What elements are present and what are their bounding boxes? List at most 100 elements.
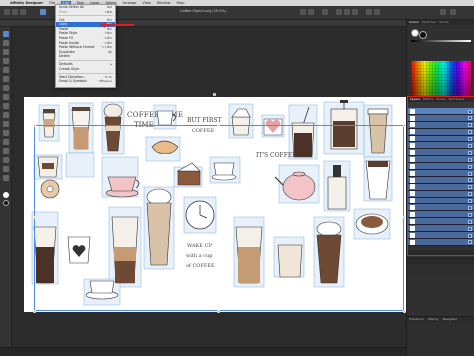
layer-visibility-checkbox[interactable] [468,130,472,135]
zoom-icon[interactable] [450,9,456,15]
layer-row[interactable] [408,218,474,226]
layer-visibility-checkbox[interactable] [468,240,472,245]
layer-visibility-checkbox[interactable] [468,212,472,217]
layer-row[interactable] [408,232,474,239]
view-tool-icon[interactable] [3,166,9,172]
resize-handle-top-left[interactable] [32,123,36,127]
layer-thumbnail [410,122,415,128]
layer-row[interactable] [408,142,474,150]
layer-visibility-checkbox[interactable] [468,137,472,142]
resize-handle-middle-left[interactable] [32,216,36,219]
layer-visibility-checkbox[interactable] [468,150,472,155]
view-mode-icon[interactable] [440,9,446,15]
menu-item-create-style[interactable]: Create Style [56,67,115,72]
rounded-rect-tool-icon[interactable] [3,139,9,145]
pencil-tool-icon[interactable] [3,67,9,73]
opacity-slider[interactable] [411,40,471,42]
layer-row[interactable] [408,183,474,191]
fill-swatch[interactable] [411,29,419,37]
layer-row[interactable] [408,176,474,184]
crop-tool-icon[interactable] [3,103,9,109]
frame-text-tool-icon[interactable] [3,157,9,163]
layer-row[interactable] [408,204,474,212]
fill-tool-icon[interactable] [3,85,9,91]
artistic-text-tool-icon[interactable] [3,148,9,154]
menu-help[interactable]: Help [177,1,185,5]
fill-color-swatch[interactable] [3,192,9,198]
arrange-front-icon[interactable] [366,9,372,15]
align-icon[interactable] [300,9,306,15]
menu-item-emoji-symbols[interactable]: Emoji & Symbols ^⌘Space [56,79,115,84]
layer-visibility-checkbox[interactable] [468,123,472,128]
layer-row[interactable] [408,190,474,198]
tab-colour[interactable]: Colour [409,20,419,25]
layer-row[interactable] [408,197,474,205]
layer-visibility-checkbox[interactable] [468,219,472,224]
rectangle-tool-icon[interactable] [3,121,9,127]
layer-visibility-checkbox[interactable] [468,143,472,148]
tab-stroke[interactable]: Stroke [439,20,449,25]
stroke-swatch[interactable] [419,31,427,39]
persona-export-icon[interactable] [20,9,26,15]
menu-item-delete[interactable]: Delete [56,54,115,59]
layer-visibility-checkbox[interactable] [468,116,472,121]
menu-view[interactable]: View [142,1,150,5]
document-setup-icon[interactable] [40,9,46,15]
pen-tool-icon[interactable] [3,58,9,64]
tab-history[interactable]: History [428,317,439,321]
layer-thumbnail [410,170,415,176]
layer-visibility-checkbox[interactable] [468,199,472,204]
layer-row[interactable] [408,108,474,115]
app-menu[interactable]: Affinity Designer [10,1,43,5]
layer-visibility-checkbox[interactable] [468,205,472,210]
boolean-subtract-icon[interactable] [344,9,350,15]
arrange-back-icon[interactable] [374,9,380,15]
transparency-tool-icon[interactable] [3,94,9,100]
menu-arrange[interactable]: Arrange [122,1,136,5]
layer-row[interactable] [408,156,474,164]
layer-visibility-checkbox[interactable] [468,226,472,231]
layer-visibility-checkbox[interactable] [468,157,472,162]
boolean-add-icon[interactable] [336,9,342,15]
brush-tool-icon[interactable] [3,76,9,82]
menu-window[interactable]: Window [157,1,171,5]
layer-row[interactable] [408,128,474,136]
layer-visibility-checkbox[interactable] [468,171,472,176]
layer-visibility-checkbox[interactable] [468,233,472,238]
stroke-color-swatch[interactable] [3,200,9,206]
layer-row[interactable] [408,170,474,177]
zoom-tool-icon[interactable] [3,175,9,181]
node-tool-icon[interactable] [3,40,9,46]
move-tool-icon[interactable] [3,31,9,37]
distribute-icon[interactable] [308,9,314,15]
resize-handle-top-center[interactable] [217,123,220,127]
resize-handle-bottom-center[interactable] [217,309,220,313]
layer-row[interactable] [408,114,474,122]
tab-navigator[interactable]: Navigator [443,317,458,321]
layer-row[interactable] [408,238,474,246]
layer-visibility-checkbox[interactable] [468,164,472,169]
persona-designer-icon[interactable] [4,9,10,15]
layer-row[interactable] [408,163,474,171]
snapping-icon[interactable] [322,9,328,15]
resize-handle-bottom-left[interactable] [32,309,36,313]
layer-row[interactable] [408,121,474,129]
selection-bounding-box[interactable] [34,125,404,311]
boolean-intersect-icon[interactable] [352,9,358,15]
persona-pixel-icon[interactable] [12,9,18,15]
tab-swatches[interactable]: Swatches [422,20,436,25]
layer-visibility-checkbox[interactable] [468,185,472,190]
layer-row[interactable] [408,211,474,219]
rotation-handle[interactable] [213,93,216,96]
corner-tool-icon[interactable] [3,49,9,55]
layer-visibility-checkbox[interactable] [468,192,472,197]
ellipse-tool-icon[interactable] [3,130,9,136]
layer-row[interactable] [408,149,474,157]
layer-visibility-checkbox[interactable] [468,109,472,114]
layer-row[interactable] [408,135,474,143]
menu-separator [58,60,113,62]
tab-transform[interactable]: Transform [409,317,424,321]
place-image-tool-icon[interactable] [3,112,9,118]
layer-row[interactable] [408,225,474,233]
layer-visibility-checkbox[interactable] [468,178,472,183]
